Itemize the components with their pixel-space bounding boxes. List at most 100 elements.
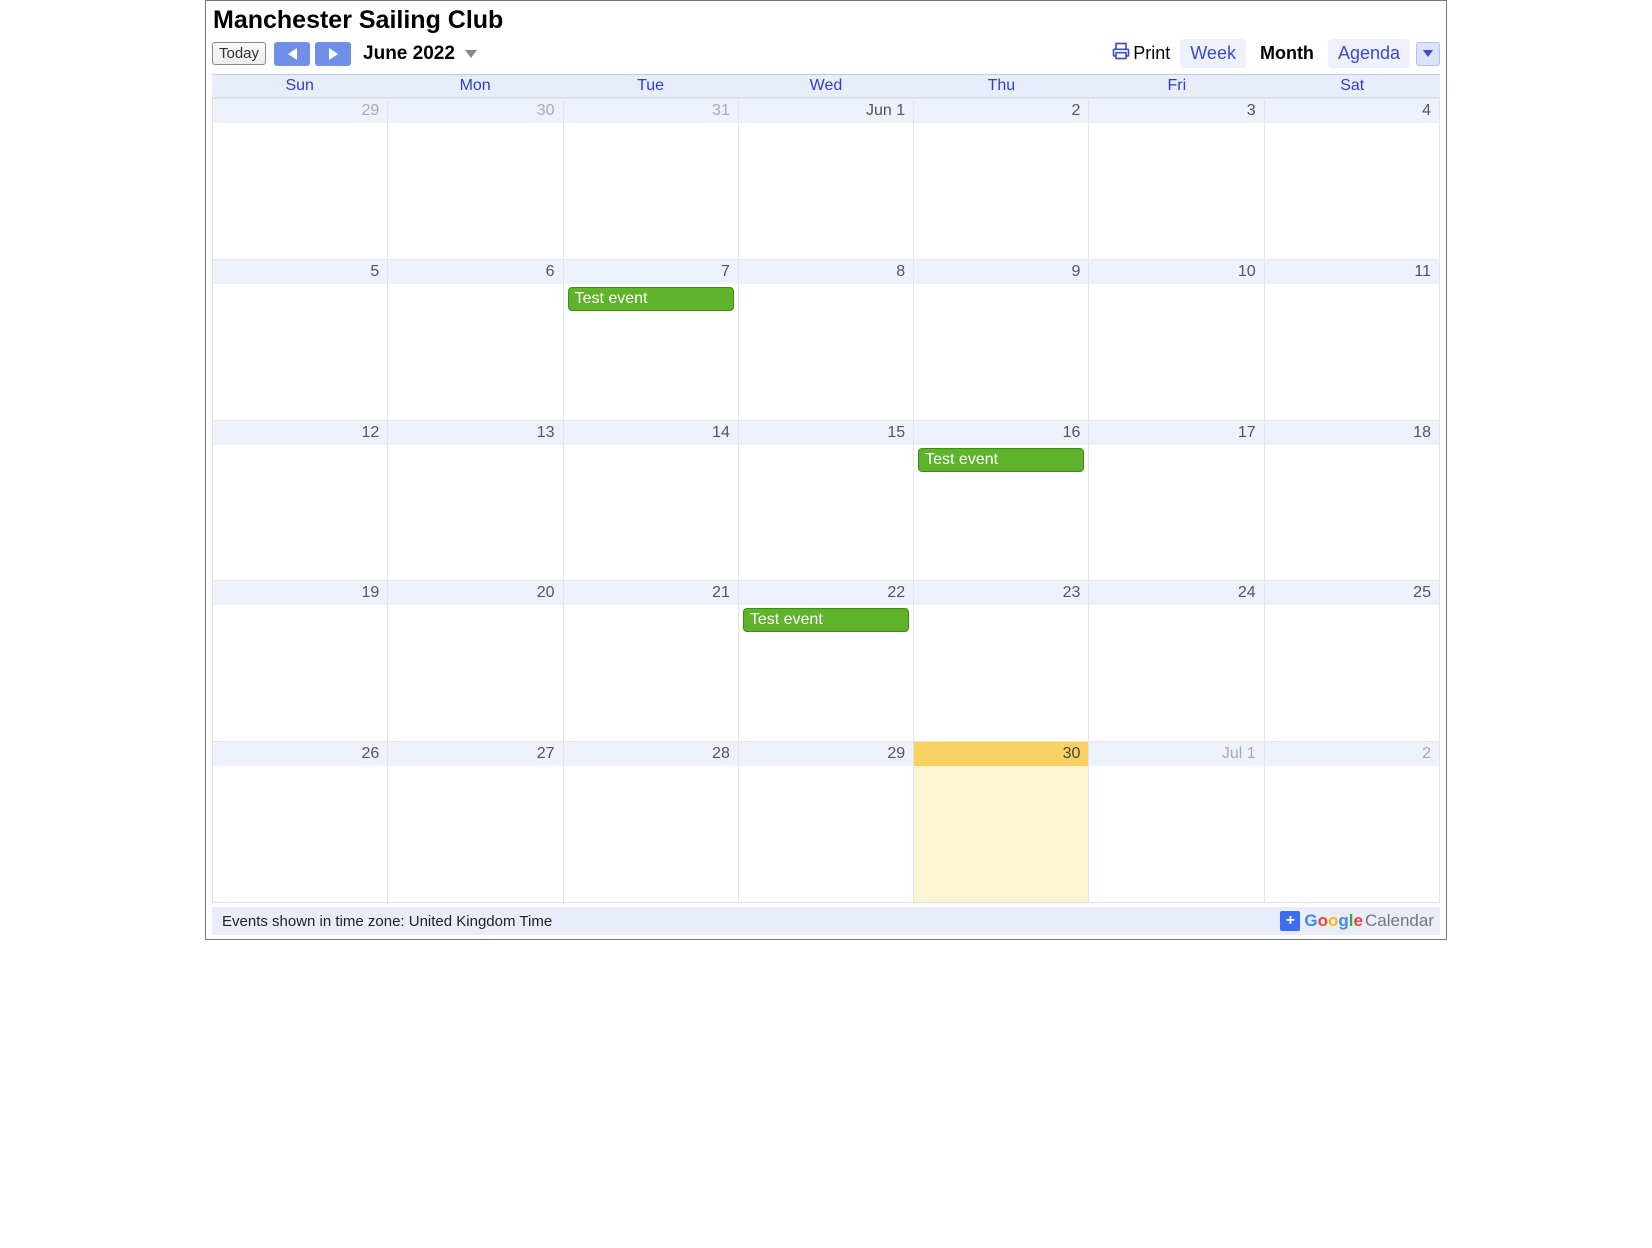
date-label: 8: [739, 260, 913, 284]
date-label: 12: [213, 421, 387, 445]
date-label: 2: [914, 99, 1088, 123]
day-cell[interactable]: Jun 1: [739, 98, 914, 259]
calendar-logo-text: Calendar: [1365, 911, 1434, 931]
day-cell[interactable]: 14: [564, 420, 739, 581]
day-cell[interactable]: 8: [739, 259, 914, 420]
date-label: 27: [388, 742, 562, 766]
date-label: 11: [1265, 260, 1439, 284]
calendar-event[interactable]: Test event: [918, 448, 1084, 472]
day-cell[interactable]: 11: [1265, 259, 1440, 420]
chevron-down-icon: [1423, 50, 1433, 57]
day-cell[interactable]: 18: [1265, 420, 1440, 581]
date-label: 19: [213, 581, 387, 605]
date-label: 30: [914, 742, 1088, 766]
print-label: Print: [1133, 43, 1170, 64]
day-cell[interactable]: 5: [213, 259, 388, 420]
print-icon: [1111, 41, 1131, 66]
month-label: June 2022: [363, 43, 455, 65]
date-label: 15: [739, 421, 913, 445]
day-cell[interactable]: 30: [388, 98, 563, 259]
day-cell[interactable]: 28: [564, 741, 739, 902]
day-cell[interactable]: 12: [213, 420, 388, 581]
day-cell[interactable]: 31: [564, 98, 739, 259]
day-cell[interactable]: 2: [914, 98, 1089, 259]
date-label: 7: [564, 260, 738, 284]
day-cell[interactable]: 3: [1089, 98, 1264, 259]
day-cell[interactable]: 20: [388, 580, 563, 741]
day-cell[interactable]: 10: [1089, 259, 1264, 420]
date-label: Jul 1: [1089, 742, 1263, 766]
date-label: 21: [564, 581, 738, 605]
day-cell[interactable]: 2: [1265, 741, 1440, 902]
date-label: 28: [564, 742, 738, 766]
today-button[interactable]: Today: [212, 42, 266, 65]
calendar-options-button[interactable]: [1416, 42, 1440, 66]
view-agenda-button[interactable]: Agenda: [1328, 39, 1410, 68]
day-cell[interactable]: 24: [1089, 580, 1264, 741]
day-cell[interactable]: 15: [739, 420, 914, 581]
day-cell[interactable]: 29: [739, 741, 914, 902]
date-label: 29: [739, 742, 913, 766]
day-cell[interactable]: 19: [213, 580, 388, 741]
day-header: Thu: [914, 75, 1089, 97]
week-row: 19202122 Test event232425: [213, 580, 1440, 741]
calendar-title: Manchester Sailing Club: [206, 1, 1446, 37]
day-cell[interactable]: 17: [1089, 420, 1264, 581]
date-label: 16: [914, 421, 1088, 445]
chevron-left-icon: [288, 48, 297, 60]
date-label: 13: [388, 421, 562, 445]
print-button[interactable]: Print: [1111, 41, 1170, 66]
toolbar: Today June 2022 Print Week Month Agenda: [206, 37, 1446, 74]
day-cell[interactable]: 25: [1265, 580, 1440, 741]
day-cell[interactable]: 6: [388, 259, 563, 420]
day-cell[interactable]: 4: [1265, 98, 1440, 259]
day-header: Sun: [212, 75, 387, 97]
chevron-right-icon: [329, 48, 338, 60]
date-label: 22: [739, 581, 913, 605]
day-cell[interactable]: 13: [388, 420, 563, 581]
date-label: 5: [213, 260, 387, 284]
footer: Events shown in time zone: United Kingdo…: [212, 907, 1440, 935]
day-cell[interactable]: 16 Test event: [914, 420, 1089, 581]
date-label: 17: [1089, 421, 1263, 445]
next-button[interactable]: [315, 42, 351, 66]
day-header-row: Sun Mon Tue Wed Thu Fri Sat: [212, 74, 1440, 98]
month-dropdown-icon[interactable]: [465, 50, 477, 58]
day-header: Tue: [563, 75, 738, 97]
date-label: 30: [388, 99, 562, 123]
google-calendar-link[interactable]: + Google Calendar: [1280, 911, 1434, 931]
date-label: 24: [1089, 581, 1263, 605]
day-header: Fri: [1089, 75, 1264, 97]
day-cell[interactable]: 26: [213, 741, 388, 902]
day-cell[interactable]: 22 Test event: [739, 580, 914, 741]
day-cell[interactable]: 7 Test event: [564, 259, 739, 420]
view-week-button[interactable]: Week: [1180, 39, 1246, 68]
day-cell[interactable]: 23: [914, 580, 1089, 741]
date-label: 10: [1089, 260, 1263, 284]
calendar-event[interactable]: Test event: [568, 287, 734, 311]
day-cell[interactable]: 30: [914, 741, 1089, 902]
month-grid: 293031Jun 1234567Test event8910111213141…: [212, 98, 1440, 903]
day-cell[interactable]: 29: [213, 98, 388, 259]
google-logo-text: Google: [1304, 911, 1363, 931]
week-row: 567 Test event891011: [213, 259, 1440, 420]
week-row: 1213141516 Test event1718: [213, 420, 1440, 581]
date-label: 31: [564, 99, 738, 123]
date-label: 2: [1265, 742, 1439, 766]
date-label: 25: [1265, 581, 1439, 605]
date-label: 14: [564, 421, 738, 445]
week-row: 2627282930Jul 12: [213, 741, 1440, 902]
day-cell[interactable]: 27: [388, 741, 563, 902]
date-label: 20: [388, 581, 562, 605]
prev-button[interactable]: [274, 42, 310, 66]
calendar-event[interactable]: Test event: [743, 608, 909, 632]
plus-icon: +: [1280, 911, 1300, 931]
day-cell[interactable]: 21: [564, 580, 739, 741]
day-cell[interactable]: Jul 1: [1089, 741, 1264, 902]
timezone-label: Events shown in time zone: United Kingdo…: [222, 913, 552, 930]
day-header: Sat: [1265, 75, 1440, 97]
view-month-button[interactable]: Month: [1250, 39, 1324, 68]
day-header: Wed: [738, 75, 913, 97]
day-cell[interactable]: 9: [914, 259, 1089, 420]
date-label: 3: [1089, 99, 1263, 123]
